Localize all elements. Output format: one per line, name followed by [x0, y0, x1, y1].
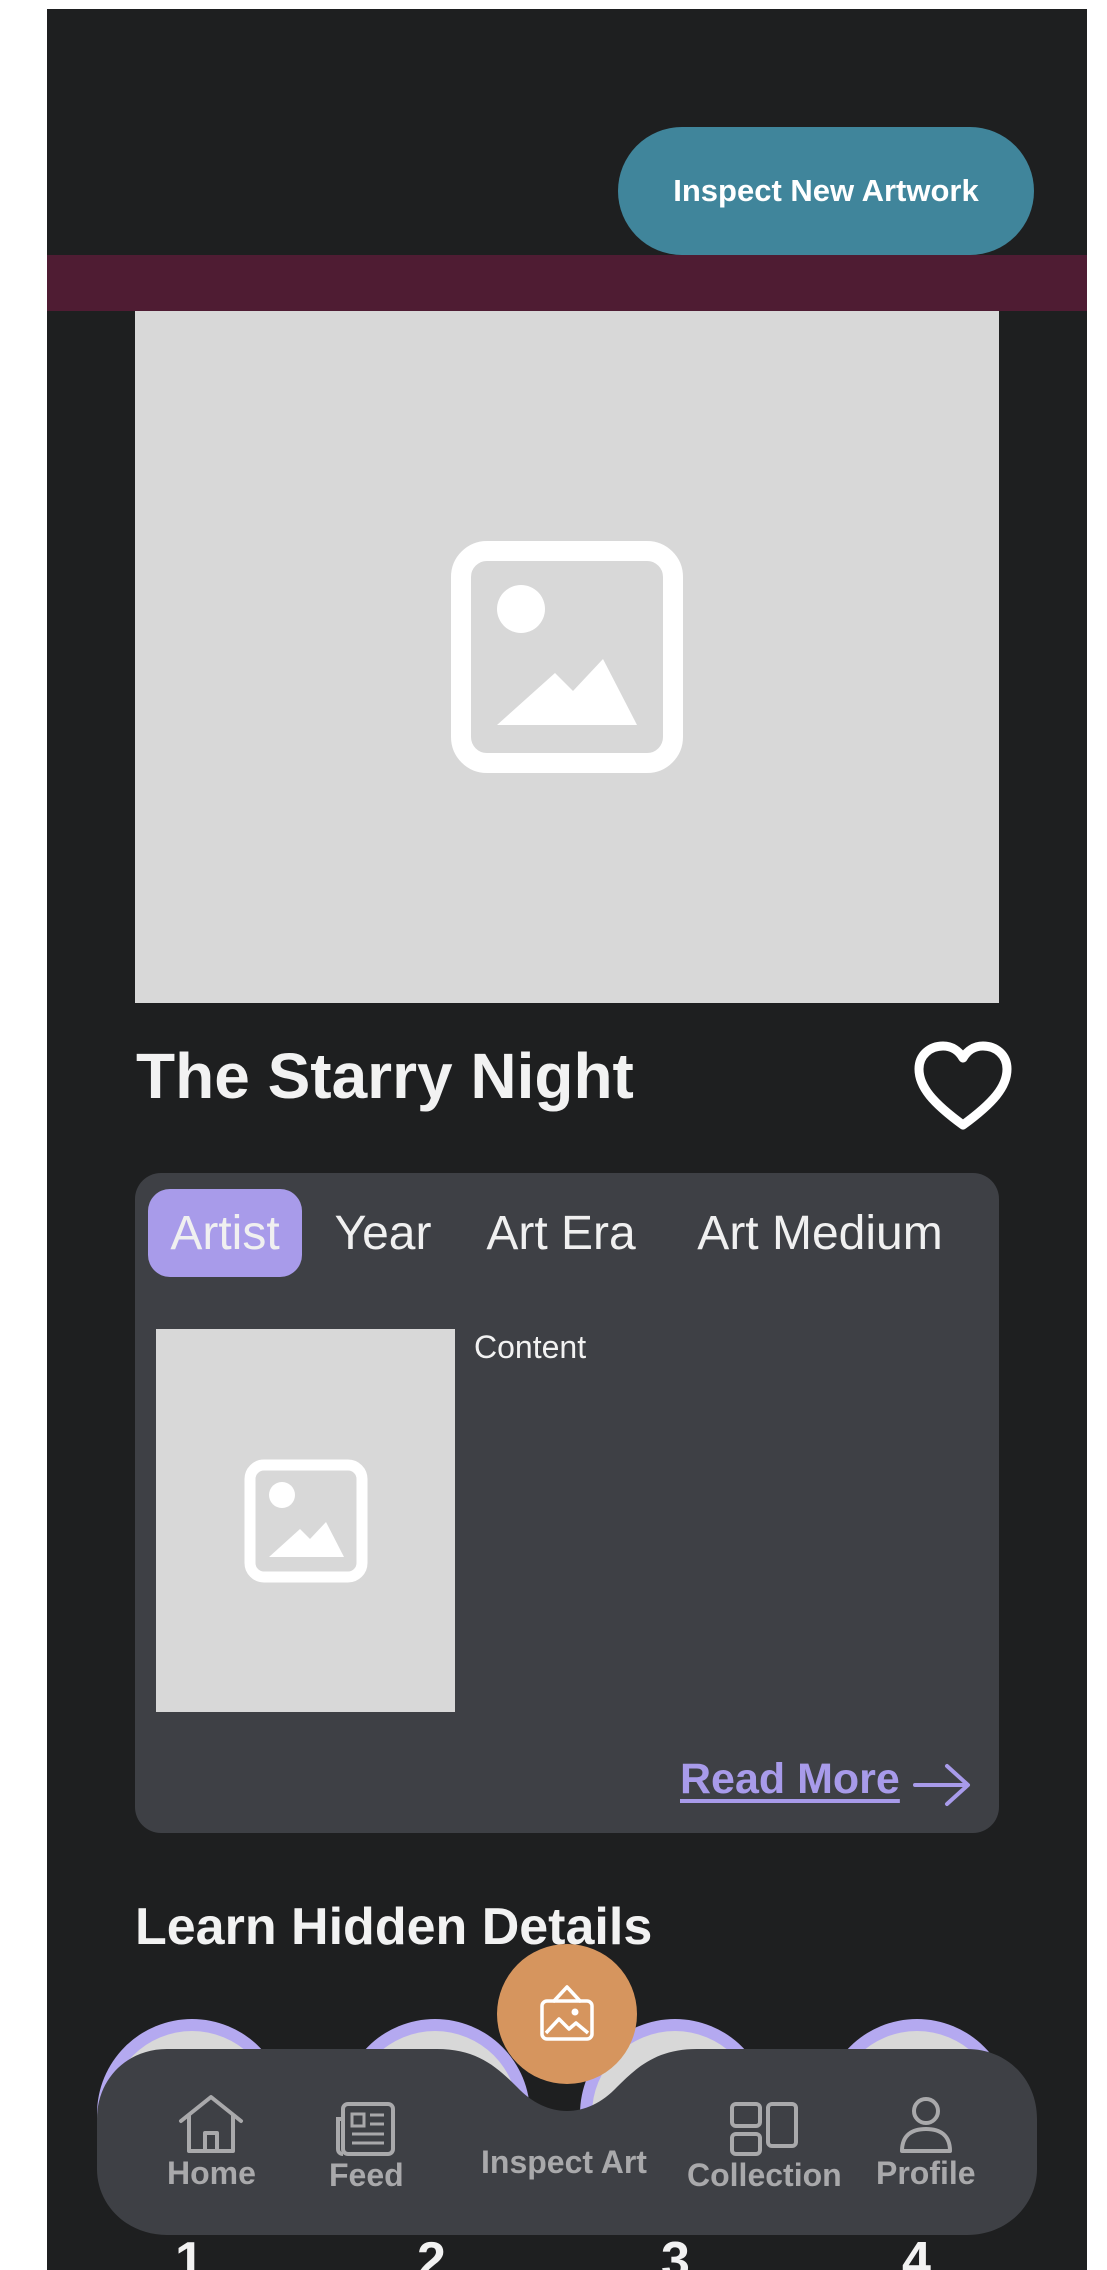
tab-artist[interactable]: Artist: [148, 1189, 302, 1277]
image-placeholder-icon: [451, 541, 683, 773]
nav-collection-label: Collection: [687, 2157, 842, 2193]
nav-home-label: Home: [167, 2155, 256, 2191]
hidden-detail-number-4: 4: [902, 2232, 931, 2270]
nav-inspect-art-label[interactable]: Inspect Art: [481, 2144, 647, 2181]
heart-icon[interactable]: [913, 1041, 1013, 1133]
tab-art-era[interactable]: Art Era: [475, 1189, 647, 1277]
tab-year[interactable]: Year: [323, 1189, 443, 1277]
image-placeholder-icon: [244, 1459, 367, 1582]
grid-icon: [730, 2102, 799, 2156]
read-more-link[interactable]: Read More: [680, 1755, 900, 1804]
artwork-image-placeholder: [135, 311, 999, 1003]
inspect-new-artwork-button[interactable]: Inspect New Artwork: [618, 127, 1034, 255]
nav-profile[interactable]: Profile: [876, 2095, 976, 2192]
hidden-detail-number-1: 1: [175, 2232, 204, 2270]
nav-collection[interactable]: Collection: [687, 2101, 842, 2194]
user-icon: [899, 2097, 952, 2153]
nav-profile-label: Profile: [876, 2155, 976, 2191]
image-frame-icon: [540, 1985, 594, 2041]
details-card: Artist Year Art Era Art Medium Content R…: [135, 1173, 999, 1833]
arrow-right-icon[interactable]: [913, 1763, 971, 1807]
tab-content-text: Content: [474, 1329, 587, 1365]
nav-feed-label: Feed: [329, 2157, 404, 2193]
nav-feed[interactable]: Feed: [329, 2101, 404, 2194]
newspaper-icon: [336, 2102, 396, 2156]
artist-image-placeholder: [156, 1329, 455, 1712]
app-screen: Inspect New Artwork The Starry Night Art…: [47, 9, 1087, 2270]
inspect-art-fab[interactable]: [497, 1944, 637, 2084]
hidden-detail-number-2: 2: [417, 2232, 446, 2270]
nav-home[interactable]: Home: [167, 2093, 256, 2192]
tab-art-medium[interactable]: Art Medium: [680, 1189, 960, 1277]
header-divider-bar: [47, 255, 1087, 311]
artwork-title: The Starry Night: [136, 1040, 634, 1112]
hidden-detail-number-3: 3: [661, 2232, 690, 2270]
home-icon: [179, 2095, 244, 2153]
